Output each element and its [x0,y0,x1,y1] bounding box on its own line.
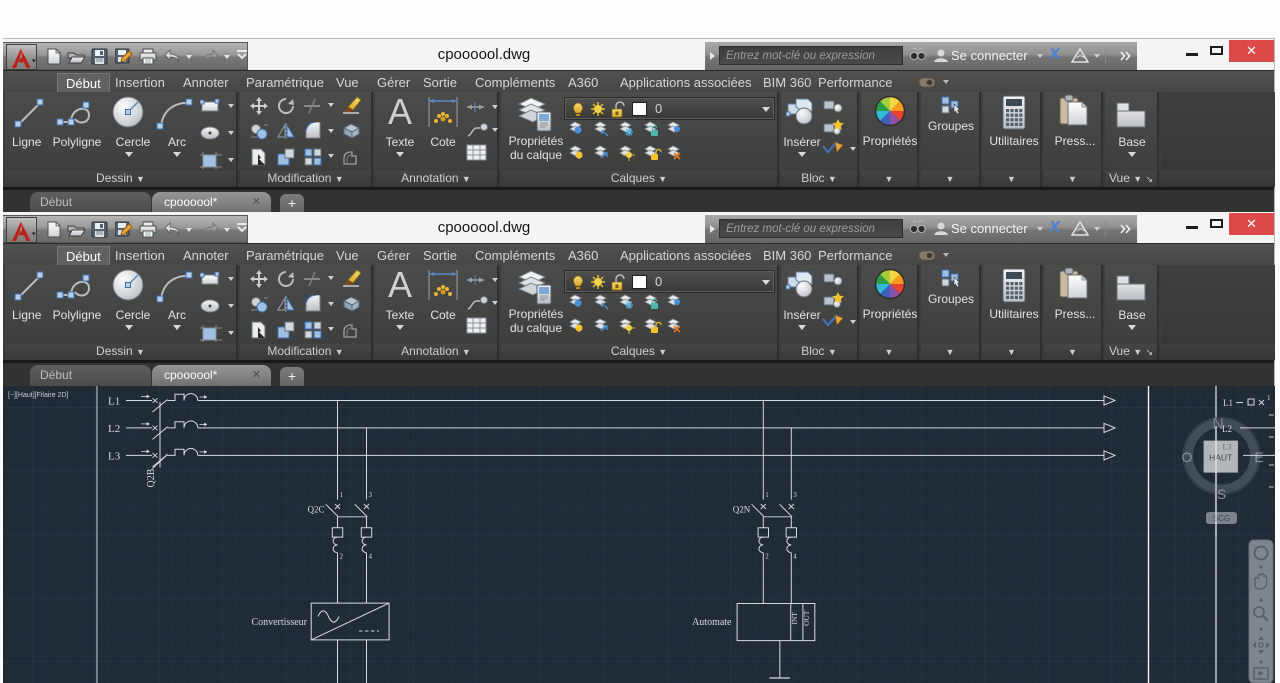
svg-text:2: 2 [765,553,769,561]
svg-text:1: 1 [765,491,769,499]
svg-text:L3: L3 [108,450,121,462]
svg-text:3: 3 [793,491,797,499]
svg-text:HAUT: HAUT [1209,453,1232,463]
svg-text:O: O [1182,449,1193,465]
svg-text:1: 1 [1267,394,1271,402]
svg-text:2: 2 [340,553,344,561]
svg-text:OUT: OUT [802,610,811,626]
svg-text:INT: INT [790,612,799,625]
svg-text:Convertisseur: Convertisseur [251,617,307,628]
svg-text:1: 1 [340,491,344,499]
svg-text:E: E [1254,449,1263,465]
svg-text:4: 4 [369,553,373,561]
svg-text:4: 4 [793,553,797,561]
svg-text:Q2B: Q2B [146,468,157,487]
svg-text:3: 3 [369,491,373,499]
svg-text:L2: L2 [108,423,120,435]
svg-text:S: S [1217,486,1226,502]
svg-text:L1: L1 [1223,398,1233,408]
svg-text:Automate: Automate [692,617,732,628]
svg-text:L2: L2 [1222,424,1232,434]
svg-text:L1: L1 [108,396,120,408]
svg-text:Q2N: Q2N [733,505,751,515]
svg-text:Q2C: Q2C [307,505,324,515]
svg-text:L3: L3 [1223,443,1232,452]
